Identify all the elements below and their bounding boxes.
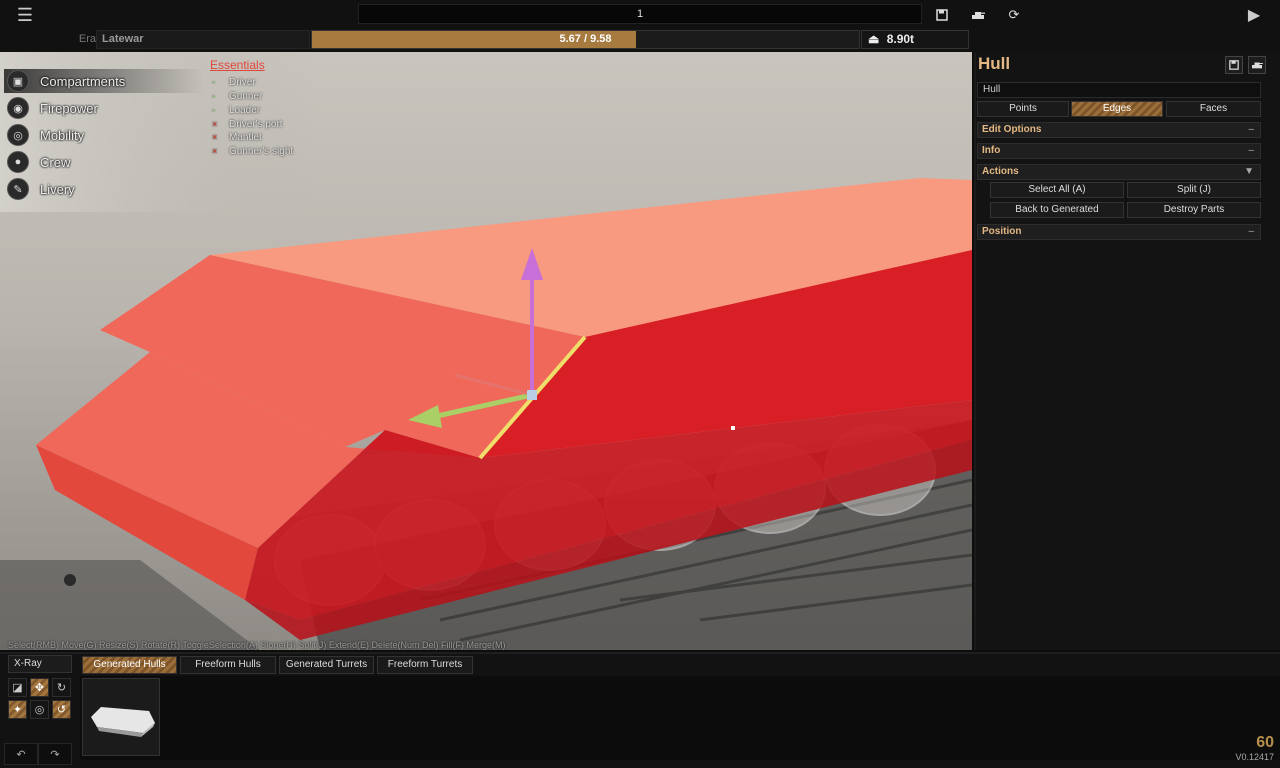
category-crew[interactable]: ● Crew	[4, 150, 204, 174]
save-part-icon[interactable]	[1225, 56, 1243, 74]
wheel-icon: ◎	[7, 124, 29, 146]
tab-faces[interactable]: Faces	[1166, 101, 1261, 117]
cost-progress-bar: 5.67 / 9.58	[311, 30, 860, 49]
undo-button[interactable]: ↶	[4, 743, 38, 765]
weight-readout: ⏏ 8.90t	[861, 30, 969, 49]
floppy-disk-icon[interactable]	[933, 6, 951, 24]
panel-title: Hull	[978, 54, 1011, 73]
target-tool-icon[interactable]: ◎	[30, 700, 49, 719]
cycle-tool-icon[interactable]: ↺	[52, 700, 71, 719]
version-label: V0.12417	[1235, 752, 1274, 762]
section-info[interactable]: Info –	[977, 143, 1261, 159]
cost-text: 5.67 / 9.58	[559, 33, 612, 45]
part-library	[80, 676, 1280, 760]
scale-tool-icon[interactable]: ◪	[8, 678, 27, 697]
play-icon[interactable]: ▶	[1244, 5, 1264, 25]
essential-name: Driver	[229, 76, 256, 88]
section-label: Info	[982, 145, 1001, 156]
expand-icon: ▼	[1244, 166, 1254, 177]
tab-generated-turrets[interactable]: Generated Turrets	[279, 656, 374, 674]
rotate-tool-icon[interactable]: ↻	[52, 678, 71, 697]
category-mobility[interactable]: ◎ Mobility	[4, 123, 204, 147]
back-to-generated-button[interactable]: Back to Generated	[990, 202, 1124, 218]
essential-name: Mantlet	[229, 131, 262, 143]
redo-button[interactable]: ↷	[38, 743, 72, 765]
check-mark: -	[212, 91, 215, 101]
tank-icon[interactable]	[969, 6, 987, 24]
section-label: Position	[982, 226, 1022, 237]
section-label: Actions	[982, 166, 1019, 177]
keyboard-hint: Select(RMB) Move(G) Resize(S) Rotate(R) …	[8, 640, 506, 650]
move-tool-icon[interactable]: ✥	[30, 678, 49, 697]
hamburger-icon[interactable]: ☰	[12, 5, 38, 25]
tab-freeform-hulls[interactable]: Freeform Hulls	[180, 656, 276, 674]
weight-icon: ⏏	[868, 32, 880, 46]
collapse-icon: –	[1248, 226, 1254, 237]
essential-name: Gunner's sight	[229, 145, 294, 157]
essential-name: Loader	[229, 104, 261, 116]
category-compartments[interactable]: ▣ Compartments	[4, 69, 204, 93]
brush-icon: ✎	[7, 178, 29, 200]
essential-name: Driver's port	[229, 118, 283, 130]
properties-panel	[974, 52, 1280, 650]
era-label: Era	[78, 33, 96, 45]
essential-item: × Driver's port	[212, 117, 283, 131]
check-mark: -	[212, 77, 215, 87]
category-livery[interactable]: ✎ Livery	[4, 177, 204, 201]
snap-tool-icon[interactable]: ✦	[8, 700, 27, 719]
section-edit-options[interactable]: Edit Options –	[977, 122, 1261, 138]
section-label: Edit Options	[982, 124, 1042, 135]
undo-redo-group: ↶ ↷	[4, 743, 72, 765]
tab-freeform-turrets[interactable]: Freeform Turrets	[377, 656, 473, 674]
tab-generated-hulls[interactable]: Generated Hulls	[82, 656, 177, 674]
select-all-button[interactable]: Select All (A)	[990, 182, 1124, 198]
refresh-icon[interactable]: ⟳	[1005, 6, 1023, 24]
collapse-icon: –	[1248, 145, 1254, 156]
check-mark: -	[212, 105, 215, 115]
category-label: Mobility	[40, 127, 85, 143]
person-icon: ●	[7, 151, 29, 173]
cross-icon: ×	[212, 132, 218, 142]
xray-toggle[interactable]: X-Ray	[8, 655, 72, 673]
cross-icon: ×	[212, 146, 218, 156]
vehicle-name-field[interactable]: 1	[358, 4, 922, 24]
era-select[interactable]: Latewar	[96, 30, 310, 49]
hull-thumbnail-icon	[91, 707, 155, 737]
weight-value: 8.90t	[886, 32, 915, 46]
library-item-hull[interactable]	[82, 678, 160, 756]
essential-item: × Gunner's sight	[212, 144, 293, 158]
section-position[interactable]: Position –	[977, 224, 1261, 240]
essential-item: - Loader	[212, 103, 260, 117]
destroy-parts-button[interactable]: Destroy Parts	[1127, 202, 1261, 218]
box-icon: ▣	[7, 70, 29, 92]
split-button[interactable]: Split (J)	[1127, 182, 1261, 198]
category-label: Compartments	[40, 73, 126, 89]
tab-points[interactable]: Points	[977, 101, 1069, 117]
essential-item: - Gunner	[212, 89, 262, 103]
essential-name: Gunner	[229, 90, 263, 102]
category-label: Crew	[40, 154, 71, 170]
essentials-title: Essentials	[210, 58, 265, 72]
part-select[interactable]: Hull	[977, 82, 1261, 98]
fps-counter: 60	[1256, 734, 1274, 751]
gun-icon: ◉	[7, 97, 29, 119]
category-label: Firepower	[40, 100, 98, 116]
section-actions[interactable]: Actions ▼	[977, 164, 1261, 180]
cross-icon: ×	[212, 119, 218, 129]
essential-item: - Driver	[212, 75, 256, 89]
essential-item: × Mantlet	[212, 130, 262, 144]
tab-edges[interactable]: Edges	[1071, 101, 1163, 117]
category-label: Livery	[40, 181, 75, 197]
collapse-icon: –	[1248, 124, 1254, 135]
category-firepower[interactable]: ◉ Firepower	[4, 96, 204, 120]
tank-part-icon[interactable]	[1248, 56, 1266, 74]
